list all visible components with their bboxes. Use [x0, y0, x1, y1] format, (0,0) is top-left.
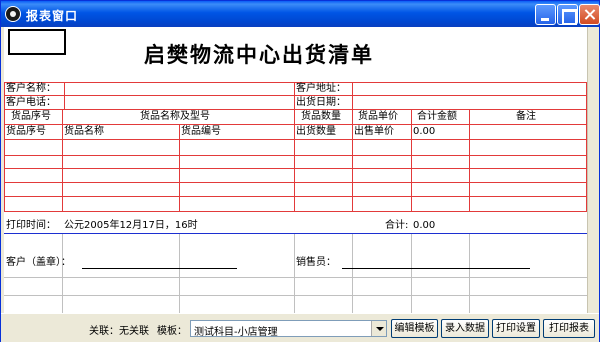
table-line [469, 109, 470, 212]
customer-phone-label: 客户电话： [6, 97, 56, 108]
table-line [352, 109, 353, 212]
close-icon[interactable] [579, 4, 600, 25]
separator-line [4, 233, 587, 234]
print-report-button[interactable]: 打印报表 [543, 319, 595, 338]
template-select[interactable]: 测试科目-小店管理 [190, 320, 387, 338]
col-total-header: 合计金额 [417, 111, 457, 122]
table-line [4, 168, 587, 169]
col-unit-price-header: 货品单价 [358, 111, 398, 122]
grid-line [411, 234, 412, 313]
grid-line [352, 234, 353, 313]
col-name-model-header: 货品名称及型号 [140, 111, 210, 122]
sub-code-header: 货品编号 [181, 126, 221, 137]
table-line [4, 139, 587, 140]
print-time-label: 打印时间： [6, 220, 56, 231]
chevron-down-icon[interactable] [371, 321, 386, 336]
report-title: 启樊物流中心出货清单 [144, 42, 374, 67]
customer-seal-label: 客户（盖章）： [6, 257, 71, 268]
table-line [4, 182, 587, 183]
logo-box [8, 29, 66, 55]
sub-price-header: 出售单价 [354, 126, 394, 137]
grid-line [294, 234, 295, 313]
grid-line [4, 295, 587, 296]
grid-line [179, 234, 180, 313]
table-line [4, 95, 587, 96]
sub-qty-header: 出货数量 [296, 126, 336, 137]
table-line [352, 82, 353, 109]
sub-name-header: 货品名称 [64, 126, 104, 137]
template-label: 模板： [157, 326, 187, 337]
table-line [64, 82, 65, 109]
table-line [411, 109, 412, 212]
customer-seal-line [82, 268, 237, 269]
salesperson-label: 销售员： [296, 257, 336, 268]
print-settings-button[interactable]: 打印设置 [492, 319, 540, 338]
sum-value: 0.00 [413, 220, 436, 231]
sub-seq-header: 货品序号 [6, 126, 46, 137]
report-window: 报表窗口 启樊物流中心出货清单 客户名称： 客户地址： 客户电话： 出货日期： … [0, 0, 600, 342]
table-line [4, 211, 587, 212]
table-line [62, 109, 63, 212]
table-line [4, 155, 587, 156]
grid-line [4, 277, 587, 278]
vertical-scrollbar[interactable] [587, 27, 598, 313]
grid-line [469, 234, 470, 313]
input-data-button[interactable]: 录入数据 [441, 319, 489, 338]
edit-template-button[interactable]: 编辑模板 [391, 319, 438, 338]
table-line [4, 124, 587, 125]
print-time-value: 公元2005年12月17日，16时 [64, 220, 198, 231]
report-canvas: 启樊物流中心出货清单 客户名称： 客户地址： 客户电话： 出货日期： 货品序号 … [4, 27, 587, 313]
col-qty-header: 货品数量 [301, 111, 341, 122]
window-title: 报表窗口 [26, 9, 79, 23]
ship-date-label: 出货日期： [296, 97, 346, 108]
customer-name-label: 客户名称： [6, 83, 56, 94]
col-note-header: 备注 [516, 111, 536, 122]
title-bar[interactable]: 报表窗口 [1, 1, 600, 27]
table-line [294, 82, 295, 212]
minimize-icon[interactable] [535, 4, 556, 25]
grid-line [62, 234, 63, 313]
table-line [4, 196, 587, 197]
row-total-value: 0.00 [413, 126, 436, 137]
col-seq-header: 货品序号 [11, 111, 51, 122]
table-line [4, 109, 587, 110]
template-select-value: 测试科目-小店管理 [194, 327, 278, 338]
sum-label: 合计: [385, 220, 409, 231]
table-line [179, 124, 180, 212]
status-bar: 关联：无关联 模板： 测试科目-小店管理 编辑模板 录入数据 打印设置 打印报表 [1, 313, 599, 342]
maximize-icon[interactable] [557, 4, 578, 25]
app-icon [5, 6, 21, 22]
salesperson-line [342, 268, 530, 269]
link-status: 关联：无关联 [89, 326, 149, 337]
customer-address-label: 客户地址： [296, 83, 346, 94]
table-line [4, 82, 5, 212]
